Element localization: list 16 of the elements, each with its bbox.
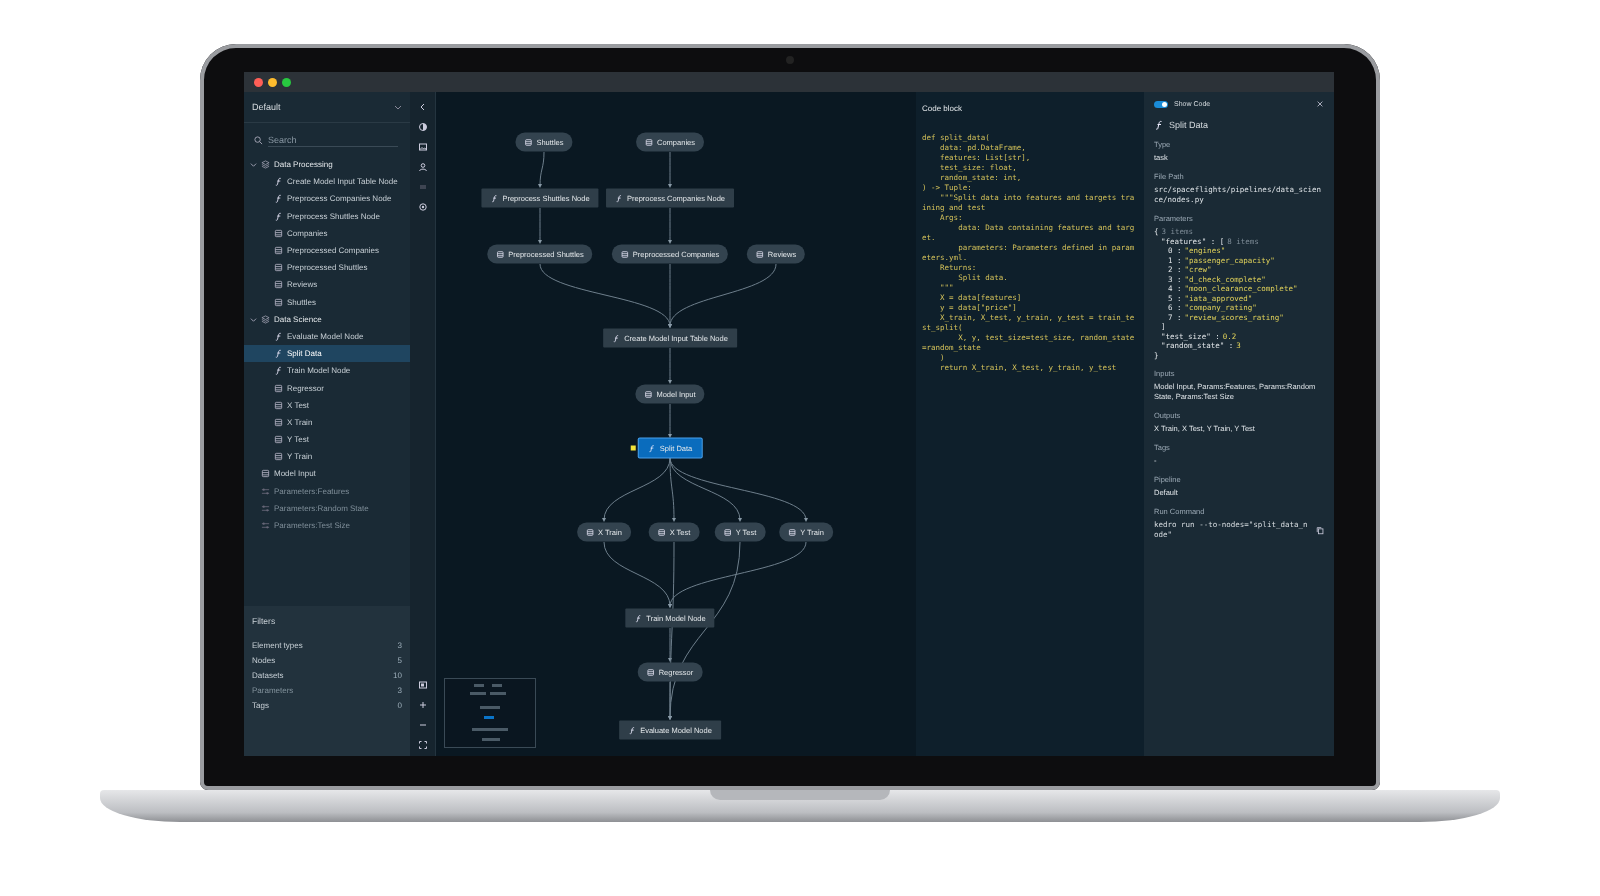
window-dot[interactable] [282, 77, 291, 87]
settings-icon[interactable] [417, 202, 428, 212]
sliders-icon [261, 503, 270, 513]
sliders-icon [261, 521, 270, 531]
edge-line [668, 347, 672, 384]
edge-line [668, 151, 672, 188]
edge-line [538, 151, 545, 188]
edge-line [538, 207, 542, 244]
edge-line [668, 207, 672, 244]
theme-icon[interactable] [417, 122, 428, 132]
window-dot[interactable] [254, 77, 263, 87]
window-dot[interactable] [268, 77, 277, 87]
minimap-drawing[interactable] [444, 678, 536, 748]
minimap-icon[interactable] [417, 680, 428, 690]
edge-line [668, 403, 672, 438]
sliders-icon [261, 486, 270, 496]
